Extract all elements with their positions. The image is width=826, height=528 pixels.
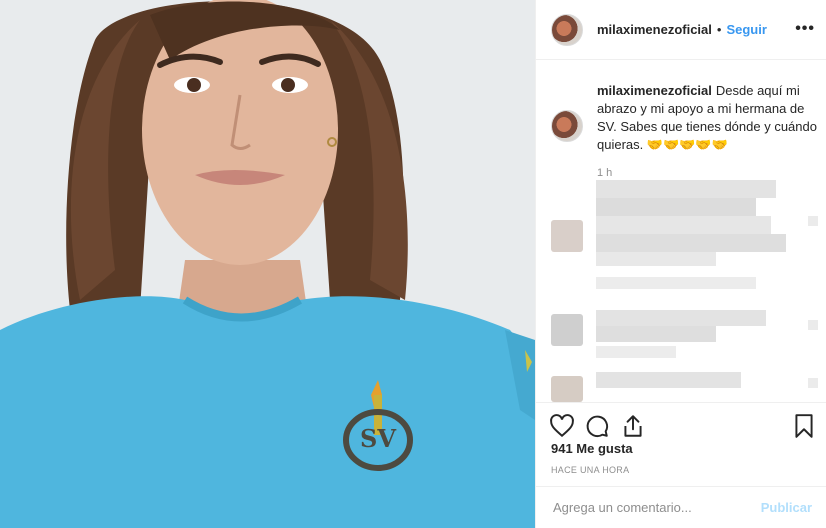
heart-icon[interactable] <box>549 413 575 439</box>
follow-button[interactable]: Seguir <box>726 22 766 37</box>
author-avatar[interactable] <box>551 13 583 46</box>
shirt-logo-text: SV <box>360 424 396 453</box>
post-timestamp[interactable]: Hace una hora <box>551 465 629 475</box>
post-header: milaximenezoficial • Seguir ••• <box>536 0 826 60</box>
photo-illustration <box>0 0 535 528</box>
caption-body: milaximenezoficial Desde aquí mi abrazo y… <box>597 82 822 182</box>
comments-list[interactable]: milaximenezoficial Desde aquí mi abrazo y… <box>536 60 826 402</box>
post-side-panel: milaximenezoficial • Seguir ••• milaxime… <box>535 0 826 528</box>
caption-username[interactable]: milaximenezoficial <box>597 83 712 98</box>
caption-avatar[interactable] <box>551 110 583 142</box>
more-options-icon[interactable]: ••• <box>795 20 815 38</box>
blurred-comment <box>536 180 826 310</box>
author-username[interactable]: milaximenezoficial <box>597 22 712 37</box>
post-photo[interactable]: SV <box>0 0 535 528</box>
publish-button[interactable]: Publicar <box>761 500 812 515</box>
comment-input[interactable] <box>551 499 755 516</box>
likes-count[interactable]: 941 Me gusta <box>551 441 633 456</box>
blurred-comment <box>536 372 826 402</box>
speech-bubble-icon[interactable] <box>584 413 610 439</box>
caption: milaximenezoficial Desde aquí mi abrazo y… <box>551 82 822 182</box>
blurred-comment <box>536 310 826 370</box>
bookmark-icon[interactable] <box>791 413 817 439</box>
comment-composer: Publicar <box>536 486 826 528</box>
separator-dot: • <box>716 22 722 37</box>
share-icon[interactable] <box>620 413 646 439</box>
